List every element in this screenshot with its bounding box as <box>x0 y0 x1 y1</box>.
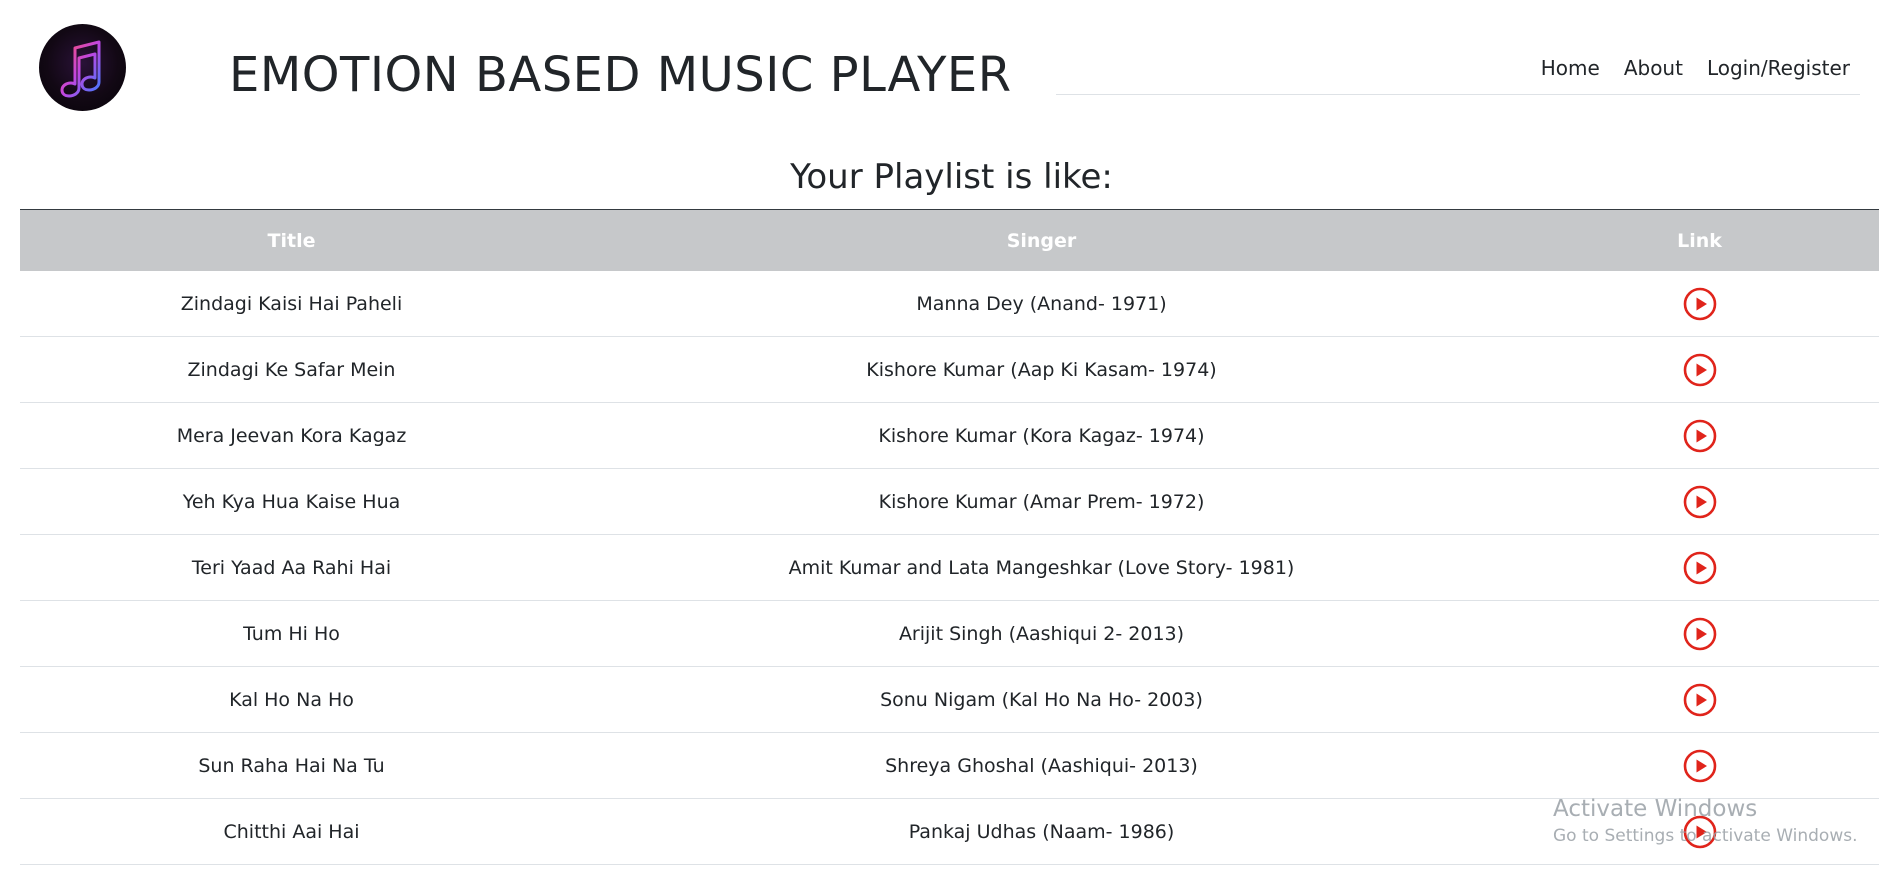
song-title-cell: Yeh Kya Hua Kaise Hua <box>20 468 563 535</box>
column-header-singer: Singer <box>563 209 1520 271</box>
singer-cell: Kishore Kumar (Kora Kagaz- 1974) <box>563 402 1520 469</box>
song-title-cell: Teri Yaad Aa Rahi Hai <box>20 534 563 601</box>
singer-cell: Manna Dey (Anand- 1971) <box>563 271 1520 337</box>
singer-cell: Kishore Kumar (Amar Prem- 1972) <box>563 468 1520 535</box>
playlist-heading: Your Playlist is like: <box>790 157 1113 197</box>
table-row: Tum Hi Ho Arijit Singh (Aashiqui 2- 2013) <box>20 600 1879 667</box>
link-cell <box>1520 732 1879 799</box>
play-circle-icon[interactable] <box>1683 815 1717 849</box>
table-row: Chitthi Aai Hai Pankaj Udhas (Naam- 1986) <box>20 798 1879 865</box>
link-cell <box>1520 534 1879 601</box>
play-circle-icon[interactable] <box>1683 419 1717 453</box>
link-cell <box>1520 798 1879 865</box>
link-cell <box>1520 468 1879 535</box>
site-title: EMOTION BASED MUSIC PLAYER <box>229 47 1012 103</box>
playlist-table: Title Singer Link Zindagi Kaisi Hai Pahe… <box>20 209 1879 865</box>
table-header-row: Title Singer Link <box>20 209 1879 271</box>
play-circle-icon[interactable] <box>1683 617 1717 651</box>
column-header-title: Title <box>20 209 563 271</box>
nav-home-link[interactable]: Home <box>1541 52 1600 84</box>
nav-login-register-link[interactable]: Login/Register <box>1707 52 1850 84</box>
play-circle-icon[interactable] <box>1683 749 1717 783</box>
play-circle-icon[interactable] <box>1683 683 1717 717</box>
table-row: Zindagi Ke Safar Mein Kishore Kumar (Aap … <box>20 336 1879 403</box>
song-title-cell: Kal Ho Na Ho <box>20 666 563 733</box>
table-row: Yeh Kya Hua Kaise Hua Kishore Kumar (Amar… <box>20 468 1879 535</box>
singer-cell: Amit Kumar and Lata Mangeshkar (Love Sto… <box>563 534 1520 601</box>
column-header-link: Link <box>1520 209 1879 271</box>
song-title-cell: Zindagi Kaisi Hai Paheli <box>20 271 563 337</box>
table-header: Title Singer Link <box>20 209 1879 271</box>
song-title-cell: Tum Hi Ho <box>20 600 563 667</box>
main-nav: Home About Login/Register <box>1056 52 1860 95</box>
singer-cell: Kishore Kumar (Aap Ki Kasam- 1974) <box>563 336 1520 403</box>
table-body: Zindagi Kaisi Hai Paheli Manna Dey (Anand… <box>20 271 1879 865</box>
singer-cell: Shreya Ghoshal (Aashiqui- 2013) <box>563 732 1520 799</box>
play-circle-icon[interactable] <box>1683 485 1717 519</box>
link-cell <box>1520 271 1879 337</box>
table-row: Mera Jeevan Kora Kagaz Kishore Kumar (Kor… <box>20 402 1879 469</box>
music-logo <box>39 24 126 111</box>
page: EMOTION BASED MUSIC PLAYER Home About Lo… <box>0 0 1903 873</box>
link-cell <box>1520 666 1879 733</box>
play-circle-icon[interactable] <box>1683 551 1717 585</box>
singer-cell: Pankaj Udhas (Naam- 1986) <box>563 798 1520 865</box>
song-title-cell: Chitthi Aai Hai <box>20 798 563 865</box>
song-title-cell: Sun Raha Hai Na Tu <box>20 732 563 799</box>
singer-cell: Arijit Singh (Aashiqui 2- 2013) <box>563 600 1520 667</box>
table-row: Teri Yaad Aa Rahi Hai Amit Kumar and Lata… <box>20 534 1879 601</box>
play-circle-icon[interactable] <box>1683 287 1717 321</box>
link-cell <box>1520 402 1879 469</box>
music-note-icon <box>60 40 100 97</box>
link-cell <box>1520 336 1879 403</box>
table-row: Zindagi Kaisi Hai Paheli Manna Dey (Anand… <box>20 271 1879 337</box>
table-row: Kal Ho Na Ho Sonu Nigam (Kal Ho Na Ho- 20… <box>20 666 1879 733</box>
nav-about-link[interactable]: About <box>1624 52 1683 84</box>
song-title-cell: Zindagi Ke Safar Mein <box>20 336 563 403</box>
singer-cell: Sonu Nigam (Kal Ho Na Ho- 2003) <box>563 666 1520 733</box>
table-row: Sun Raha Hai Na Tu Shreya Ghoshal (Aashiq… <box>20 732 1879 799</box>
link-cell <box>1520 600 1879 667</box>
song-title-cell: Mera Jeevan Kora Kagaz <box>20 402 563 469</box>
play-circle-icon[interactable] <box>1683 353 1717 387</box>
